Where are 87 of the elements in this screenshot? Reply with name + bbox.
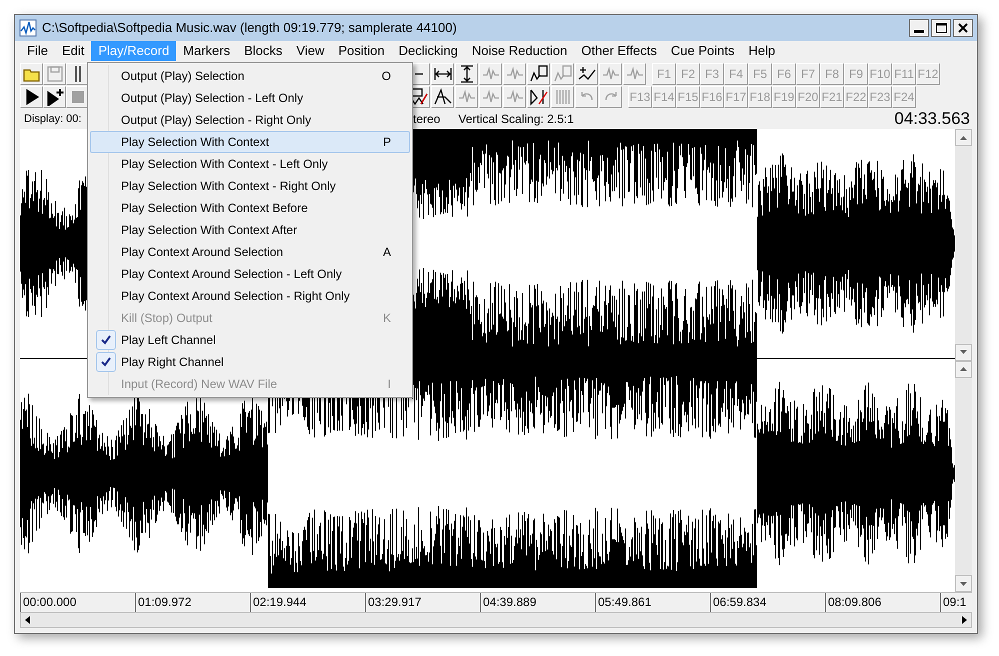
menu-item-label: Play Selection With Context (121, 134, 270, 151)
channels-status: tereo (413, 111, 440, 128)
shortcut-label: I (388, 376, 391, 393)
menu-item[interactable]: Output (Play) Selection O (90, 65, 410, 87)
menu-bar-item[interactable]: Declicking (392, 41, 465, 61)
clipboard-wave-icon (530, 65, 548, 83)
menu-bar-item[interactable]: Edit (54, 41, 92, 61)
up-arrow-icon (960, 367, 967, 371)
menu-item-label: Play Selection With Context Before (121, 200, 308, 217)
cut-wave-icon (530, 88, 548, 106)
vertical-scaling-status: Vertical Scaling: 2.5:1 (458, 111, 574, 128)
menu-item-label: Input (Record) New WAV File (121, 376, 278, 393)
menu-item[interactable]: Play Context Around Selection A (90, 241, 410, 263)
menu-item-label: Output (Play) Selection - Right Only (121, 112, 312, 129)
toolbar-button[interactable] (43, 86, 66, 108)
menu-item[interactable]: Output (Play) Selection - Left Only (90, 87, 410, 109)
menu-item[interactable]: Play Left Channel (90, 329, 410, 351)
menu-item-label: Output (Play) Selection (121, 68, 244, 85)
menu-bar-item[interactable]: Help (742, 41, 782, 61)
horizontal-scrollbar[interactable] (20, 612, 972, 628)
menu-item-label: Play Right Channel (121, 354, 224, 371)
display-status: Display: 00: (24, 112, 82, 127)
scroll-up-button[interactable] (955, 360, 972, 378)
toolbar-button[interactable] (431, 86, 454, 108)
menu-item-label: Output (Play) Selection - Left Only (121, 90, 304, 107)
menu-item-label: Play Selection With Context - Left Only (121, 156, 328, 173)
menu-bar-item[interactable]: File (20, 41, 55, 61)
menu-item[interactable]: Play Selection With Context - Right Only (90, 175, 410, 197)
menu-item-label: Play Context Around Selection - Left Only (121, 266, 342, 283)
menu-item[interactable]: Play Selection With Context After (90, 219, 410, 241)
menu-bar-item[interactable]: Play/Record (91, 41, 176, 61)
left-arrow-icon (25, 616, 30, 624)
scroll-up-button[interactable] (955, 129, 972, 146)
clipboard-wave-icon (554, 65, 572, 83)
maximize-button[interactable] (931, 19, 951, 37)
down-arrow-icon (960, 582, 967, 586)
toolbar-button[interactable] (575, 63, 598, 85)
menu-item-label: Play Selection With Context After (121, 222, 298, 239)
position-readout: 04:33.563 (894, 108, 970, 130)
menu-item[interactable]: Play Context Around Selection - Right Only (90, 285, 410, 307)
menu-bar-item[interactable]: Blocks (237, 41, 290, 61)
toolbar-button[interactable] (527, 63, 550, 85)
close-button[interactable] (953, 19, 973, 37)
menu-item[interactable]: Play Context Around Selection - Left Only (90, 263, 410, 285)
app-icon (19, 19, 37, 37)
up-arrow-icon (960, 136, 967, 140)
comb-icon (554, 88, 572, 106)
menu-item-label: Play Context Around Selection (121, 244, 284, 261)
down-arrow-icon (960, 350, 967, 354)
menu-item-label: Play Left Channel (121, 332, 216, 349)
menu-item[interactable]: Play Selection With Context Before (90, 197, 410, 219)
right-arrow-icon (962, 616, 967, 624)
shortcut-label: A (382, 244, 391, 261)
close-icon (958, 23, 968, 33)
menu-bar-item[interactable]: Other Effects (574, 41, 664, 61)
menu-bar-item[interactable]: Cue Points (664, 41, 742, 61)
play-plus-icon (46, 88, 64, 106)
shortcut-label: K (382, 310, 391, 327)
menu-bar-item[interactable]: Position (331, 41, 392, 61)
minimize-icon (914, 30, 924, 33)
maximize-icon (936, 23, 946, 33)
horizontal-arrows-icon (434, 65, 452, 83)
window-title: C:\Softpedia\Softpedia Music.wav (length 09:19.779; samplerate 44100) (42, 19, 457, 38)
menu-item[interactable]: Play Right Channel (90, 351, 410, 373)
shortcut-label: O (382, 68, 391, 85)
scroll-down-button[interactable] (955, 344, 972, 360)
bars-icon (74, 66, 80, 82)
menu-bar-item[interactable]: Markers (176, 41, 238, 61)
shortcut-label: P (382, 134, 391, 151)
menu-item-label: Kill (Stop) Output (121, 310, 212, 327)
save-icon (46, 65, 64, 83)
scroll-down-button[interactable] (955, 575, 972, 592)
toolbar-button[interactable] (431, 63, 454, 85)
toolbar-button[interactable] (455, 63, 478, 85)
toolbar-button[interactable] (527, 86, 550, 108)
toolbar-button[interactable] (20, 86, 43, 108)
line-icon (414, 73, 422, 75)
menu-item-label: Play Context Around Selection - Right Only (121, 288, 350, 305)
menu-item[interactable]: Play Selection With Context P (90, 131, 410, 153)
menu-item[interactable]: Output (Play) Selection - Right Only (90, 109, 410, 131)
menu-item[interactable]: Play Selection With Context - Left Only (90, 153, 410, 175)
wave-tool-icon (434, 88, 452, 106)
toolbar-button[interactable] (66, 63, 89, 85)
minimize-button[interactable] (909, 19, 929, 37)
menu-bar-item[interactable]: View (289, 41, 332, 61)
menu-item-label: Play Selection With Context - Right Only (121, 178, 336, 195)
menu-bar-item[interactable]: Noise Reduction (464, 41, 574, 61)
